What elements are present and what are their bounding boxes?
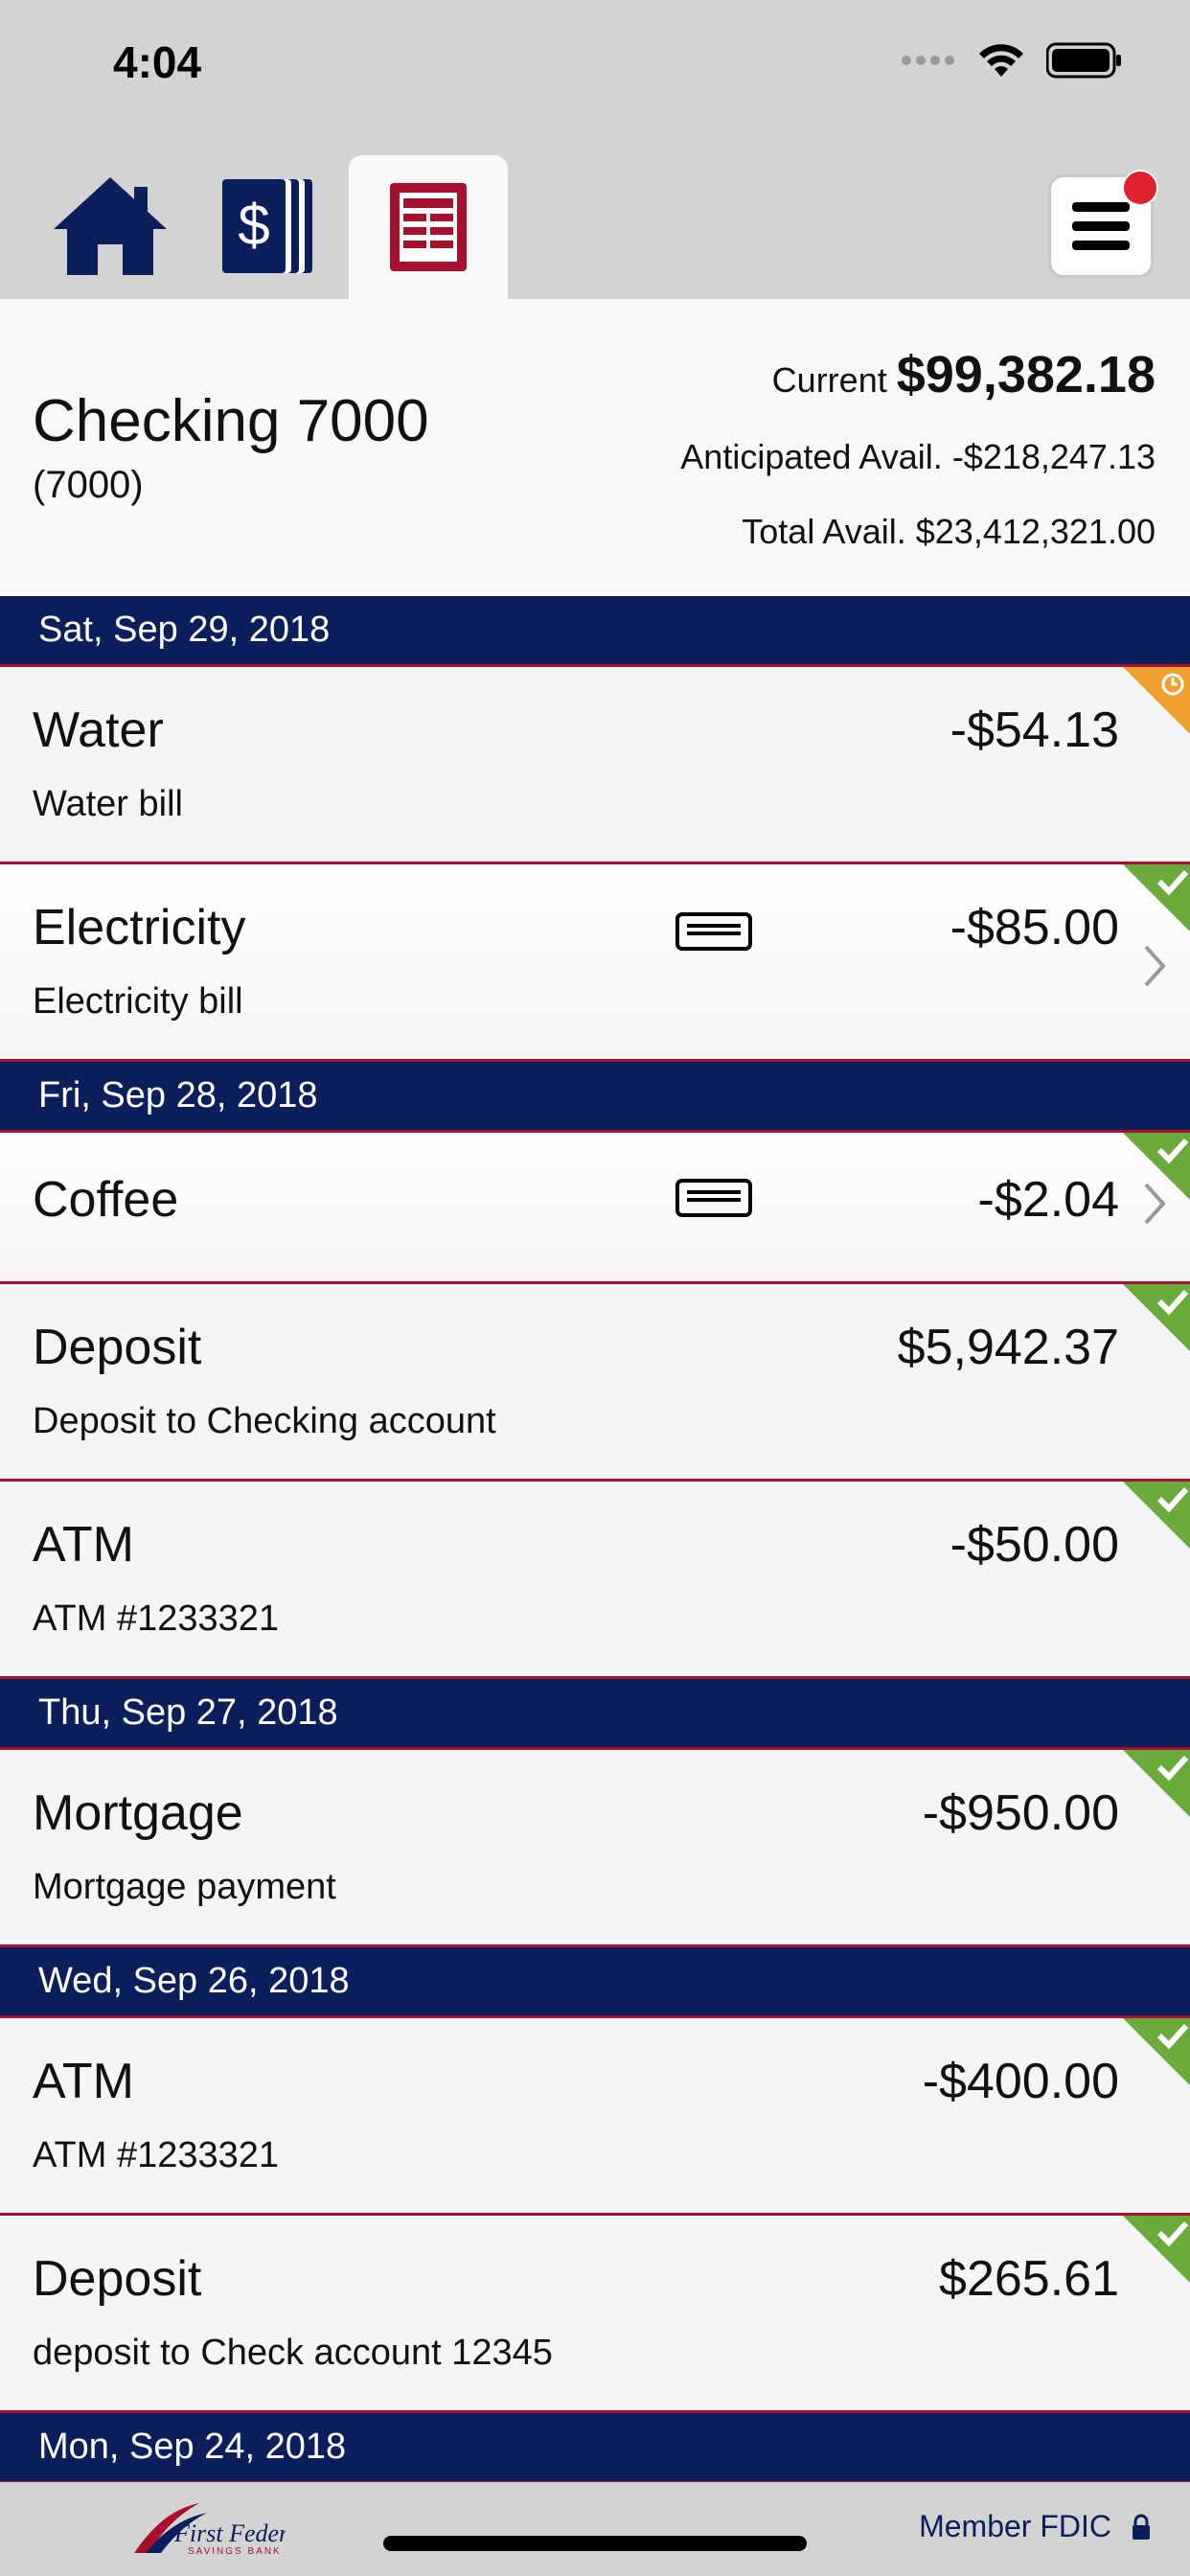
anticipated-balance: Anticipated Avail. -$218,247.13 bbox=[680, 437, 1156, 477]
total-balance-label: Total Avail. bbox=[742, 512, 906, 551]
transaction-name: Water bbox=[33, 702, 164, 758]
cleared-check-icon bbox=[1123, 2216, 1190, 2283]
tab-home[interactable] bbox=[38, 153, 182, 299]
transaction-row[interactable]: Deposit deposit to Check account 12345 $… bbox=[0, 2216, 1190, 2413]
current-balance: Current $99,382.18 bbox=[772, 345, 1156, 404]
transaction-row[interactable]: ATM ATM #1233321 -$400.00 bbox=[0, 2018, 1190, 2216]
date-header: Mon, Sep 24, 2018 bbox=[0, 2413, 1190, 2484]
transaction-row[interactable]: Electricity Electricity bill -$85.00 bbox=[0, 864, 1190, 1062]
svg-text:First Federal: First Federal bbox=[173, 2519, 286, 2547]
transaction-description: deposit to Check account 12345 bbox=[33, 2333, 553, 2373]
transaction-amount: -$950.00 bbox=[922, 1785, 1119, 1841]
footer: First Federal SAVINGS BANK Member FDIC bbox=[0, 2482, 1190, 2576]
member-fdic-label: Member FDIC bbox=[919, 2509, 1111, 2543]
transaction-row[interactable]: Water Water bill -$54.13 bbox=[0, 667, 1190, 864]
account-summary: Checking 7000 (7000) Current $99,382.18 … bbox=[0, 299, 1190, 596]
transaction-amount: -$2.04 bbox=[977, 1172, 1119, 1228]
transaction-amount: -$54.13 bbox=[950, 702, 1119, 758]
cleared-check-icon bbox=[1123, 864, 1190, 932]
transaction-row[interactable]: Coffee -$2.04 bbox=[0, 1133, 1190, 1284]
anticipated-balance-value: -$218,247.13 bbox=[951, 437, 1156, 476]
svg-text:SAVINGS BANK: SAVINGS BANK bbox=[188, 2546, 282, 2557]
transaction-amount: -$85.00 bbox=[950, 900, 1119, 955]
date-header: Sat, Sep 29, 2018 bbox=[0, 596, 1190, 667]
current-balance-label: Current bbox=[771, 360, 887, 400]
transaction-amount: -$50.00 bbox=[950, 1517, 1119, 1573]
status-icons bbox=[901, 42, 1123, 79]
dollar-cards-icon: $ bbox=[222, 179, 312, 273]
card-icon bbox=[675, 912, 752, 951]
menu-button[interactable] bbox=[1048, 170, 1158, 278]
notification-badge bbox=[1122, 170, 1158, 206]
transaction-amount: $5,942.37 bbox=[897, 1320, 1119, 1375]
ledger-icon bbox=[390, 183, 467, 271]
transaction-name: Coffee bbox=[33, 1172, 179, 1228]
cleared-check-icon bbox=[1123, 2018, 1190, 2085]
first-federal-logo: First Federal SAVINGS BANK bbox=[134, 2503, 286, 2557]
anticipated-balance-label: Anticipated Avail. bbox=[680, 437, 943, 476]
home-icon bbox=[54, 177, 167, 275]
transaction-description: Deposit to Checking account bbox=[33, 1401, 496, 1441]
total-balance-value: $23,412,321.00 bbox=[915, 512, 1156, 551]
status-time: 4:04 bbox=[113, 37, 202, 87]
transaction-row[interactable]: Deposit Deposit to Checking account $5,9… bbox=[0, 1284, 1190, 1482]
transaction-name: Electricity bbox=[33, 900, 246, 955]
transaction-name: Mortgage bbox=[33, 1785, 243, 1841]
transaction-name: Deposit bbox=[33, 1320, 202, 1375]
member-fdic[interactable]: Member FDIC bbox=[919, 2509, 1152, 2544]
date-header: Wed, Sep 26, 2018 bbox=[0, 1947, 1190, 2018]
pending-clock-icon bbox=[1123, 667, 1190, 734]
transaction-description: Mortgage payment bbox=[33, 1867, 336, 1907]
cleared-check-icon bbox=[1123, 1750, 1190, 1817]
account-number: (7000) bbox=[33, 464, 144, 506]
home-indicator[interactable] bbox=[383, 2536, 807, 2551]
date-header: Thu, Sep 27, 2018 bbox=[0, 1679, 1190, 1750]
chevron-right-icon bbox=[1144, 945, 1166, 987]
wifi-icon bbox=[979, 44, 1023, 77]
current-balance-value: $99,382.18 bbox=[896, 346, 1156, 403]
transaction-description: ATM #1233321 bbox=[33, 2135, 280, 2175]
cleared-check-icon bbox=[1123, 1482, 1190, 1549]
lock-icon bbox=[1133, 2514, 1150, 2540]
transaction-description: Water bill bbox=[33, 784, 183, 824]
transaction-amount: $265.61 bbox=[939, 2251, 1119, 2307]
date-header: Fri, Sep 28, 2018 bbox=[0, 1062, 1190, 1133]
svg-text:$: $ bbox=[238, 193, 269, 257]
tab-transactions[interactable] bbox=[349, 155, 508, 299]
cleared-check-icon bbox=[1123, 1284, 1190, 1351]
tab-bar: $ bbox=[0, 153, 1190, 299]
transaction-name: Deposit bbox=[33, 2251, 202, 2307]
status-bar: 4:04 bbox=[0, 0, 1190, 153]
transaction-name: ATM bbox=[33, 1517, 134, 1573]
transaction-amount: -$400.00 bbox=[922, 2054, 1119, 2109]
account-name: Checking 7000 bbox=[33, 388, 429, 454]
transaction-name: ATM bbox=[33, 2054, 134, 2109]
transaction-list: Sat, Sep 29, 2018 Water Water bill -$54.… bbox=[0, 596, 1190, 2484]
tab-accounts[interactable]: $ bbox=[211, 153, 326, 299]
card-icon bbox=[675, 1179, 752, 1217]
transaction-row[interactable]: Mortgage Mortgage payment -$950.00 bbox=[0, 1750, 1190, 1947]
signal-icon bbox=[902, 56, 954, 65]
chevron-right-icon bbox=[1144, 1183, 1166, 1225]
hamburger-menu-icon bbox=[1072, 202, 1130, 250]
transaction-row[interactable]: ATM ATM #1233321 -$50.00 bbox=[0, 1482, 1190, 1679]
transaction-description: ATM #1233321 bbox=[33, 1598, 280, 1639]
transaction-description: Electricity bill bbox=[33, 981, 243, 1022]
total-balance: Total Avail. $23,412,321.00 bbox=[742, 512, 1156, 552]
battery-icon bbox=[1046, 42, 1121, 79]
